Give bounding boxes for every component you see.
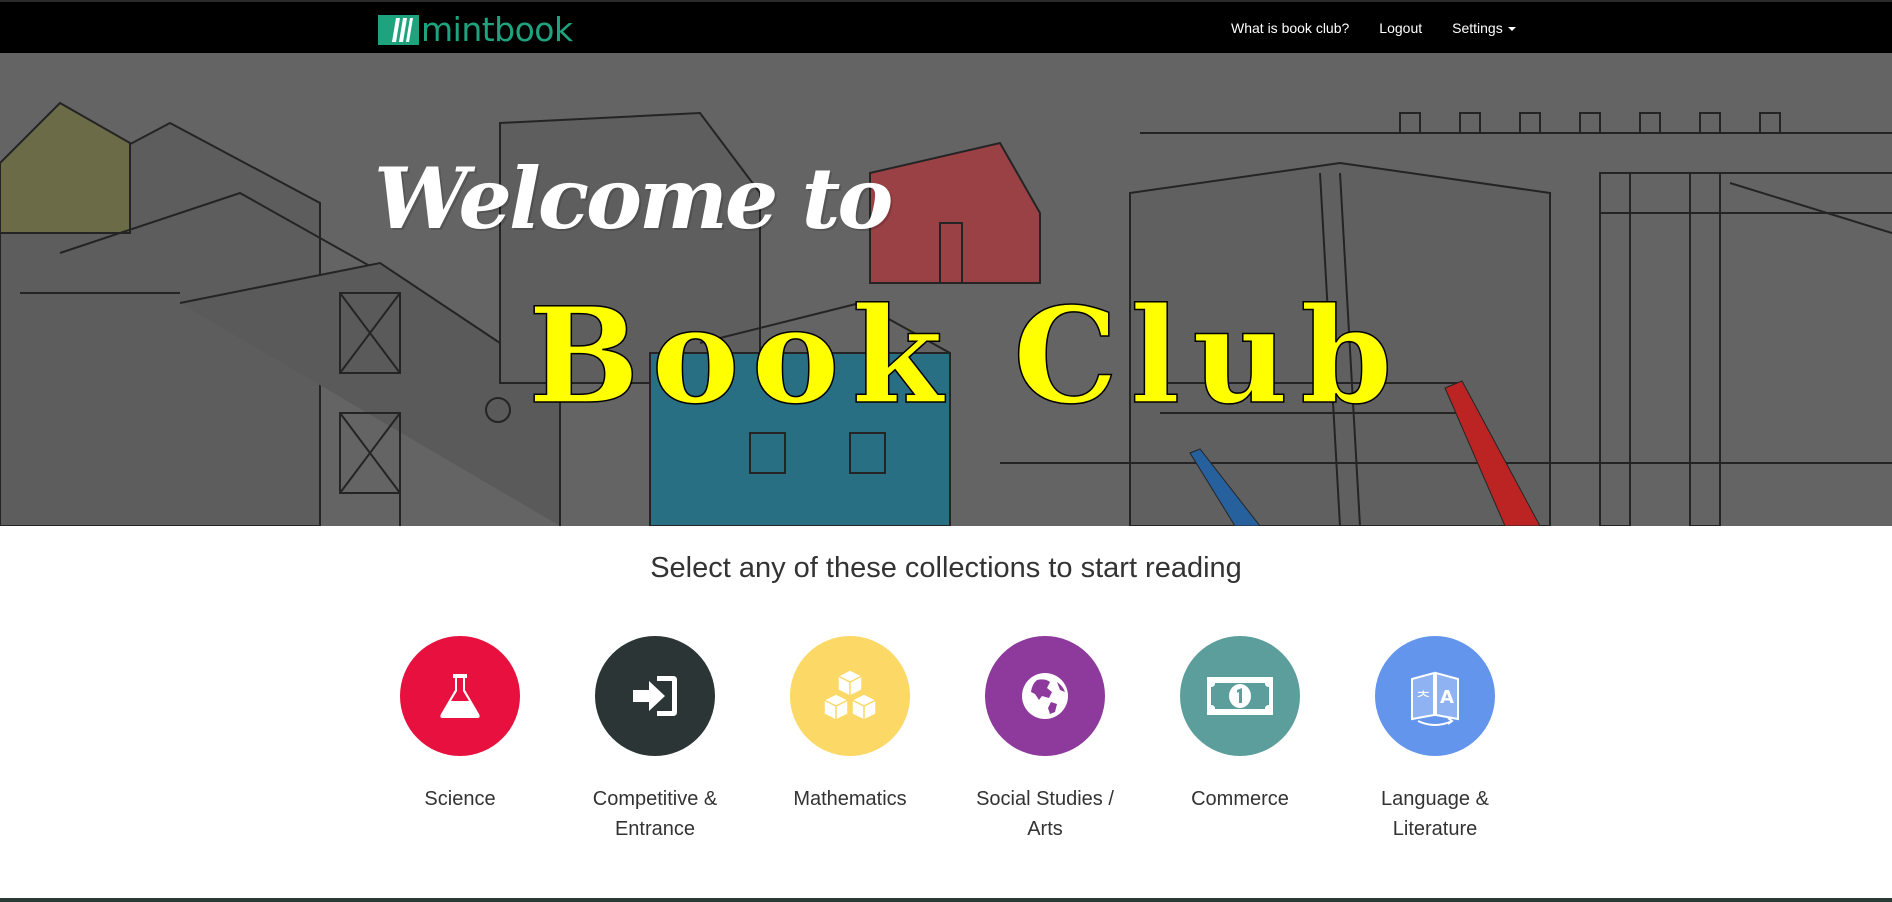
mathematics-circle[interactable] bbox=[790, 636, 910, 756]
top-navbar: mintbook What is book club? Logout Setti… bbox=[0, 0, 1892, 53]
competitive-circle[interactable] bbox=[595, 636, 715, 756]
svg-text:ᄎ: ᄎ bbox=[1416, 688, 1431, 707]
collection-science[interactable]: Science bbox=[375, 636, 545, 814]
collection-mathematics[interactable]: Mathematics bbox=[765, 636, 935, 814]
science-circle[interactable] bbox=[400, 636, 520, 756]
collections-tagline: Select any of these collections to start… bbox=[650, 552, 1242, 584]
logout-link[interactable]: Logout bbox=[1379, 20, 1422, 36]
social-studies-circle[interactable] bbox=[985, 636, 1105, 756]
language-literature-circle[interactable]: ᄎ A bbox=[1375, 636, 1495, 756]
translate-icon: ᄎ A bbox=[1411, 671, 1459, 726]
brand-logo[interactable]: mintbook bbox=[378, 10, 573, 49]
collection-language-literature[interactable]: ᄎ A Language & Literature bbox=[1350, 636, 1520, 844]
hero-banner: Welcome to Book Club bbox=[0, 53, 1892, 526]
nav-links: What is book club? Logout Settings bbox=[1231, 20, 1516, 36]
page-bottom-border bbox=[0, 898, 1892, 902]
book-logo-icon bbox=[378, 15, 419, 45]
sign-in-icon bbox=[633, 676, 677, 716]
welcome-heading: Welcome to bbox=[374, 149, 893, 248]
collection-label-competitive: Competitive & Entrance bbox=[592, 788, 718, 840]
settings-dropdown[interactable]: Settings bbox=[1452, 20, 1516, 36]
settings-label: Settings bbox=[1452, 20, 1503, 36]
svg-text:A: A bbox=[1440, 687, 1454, 708]
brand-name: mintbook bbox=[421, 10, 573, 49]
money-icon bbox=[1207, 677, 1273, 715]
book-club-title: Book Club bbox=[527, 279, 1405, 434]
cubes-icon bbox=[823, 669, 877, 721]
collections-grid: Science Competitive & Entrance Mathemati… bbox=[0, 636, 1892, 856]
collection-social-studies-arts[interactable]: Social Studies / Arts bbox=[960, 636, 1130, 844]
collection-label-commerce: Commerce bbox=[1191, 788, 1289, 810]
globe-icon bbox=[1022, 673, 1068, 719]
collection-competitive-entrance[interactable]: Competitive & Entrance bbox=[570, 636, 740, 844]
collection-commerce[interactable]: Commerce bbox=[1155, 636, 1325, 814]
caret-down-icon bbox=[1507, 27, 1516, 32]
what-is-book-club-link[interactable]: What is book club? bbox=[1231, 20, 1349, 36]
commerce-circle[interactable] bbox=[1180, 636, 1300, 756]
collection-label-language: Language & Literature bbox=[1381, 788, 1489, 840]
collection-label-science: Science bbox=[424, 788, 496, 810]
collection-label-mathematics: Mathematics bbox=[793, 788, 907, 810]
flask-icon bbox=[440, 674, 480, 718]
collection-label-social-studies: Social Studies / Arts bbox=[976, 788, 1114, 840]
